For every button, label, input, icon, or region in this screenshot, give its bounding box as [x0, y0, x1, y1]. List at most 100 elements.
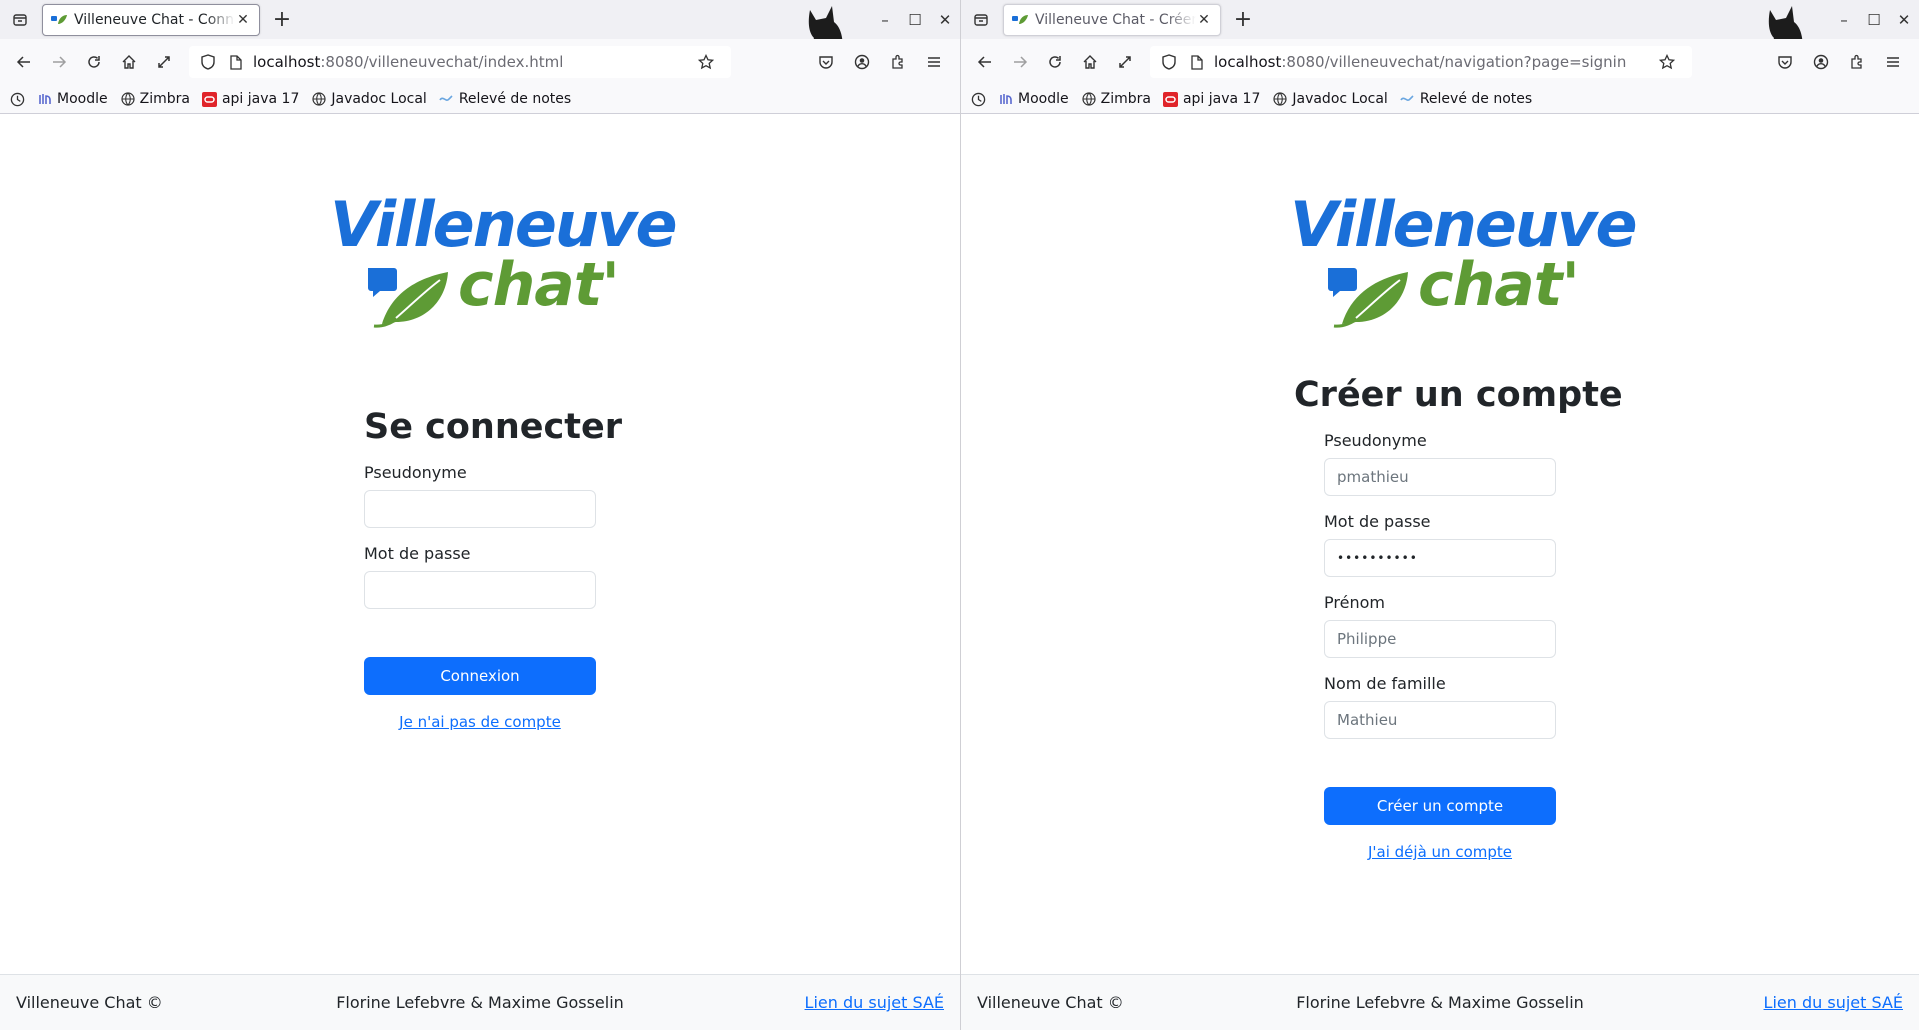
villeneuve-favicon-icon	[1012, 12, 1028, 28]
new-tab-icon[interactable]: +	[268, 6, 296, 34]
url-text: localhost:8080/villeneuvechat/navigation…	[1214, 53, 1627, 71]
page-signin: Villeneuve chat' Créer un compte Pseudon…	[961, 115, 1919, 1030]
account-icon[interactable]	[846, 46, 878, 78]
maximize-icon[interactable]: ☐	[1859, 11, 1889, 29]
pseudonyme-label: Pseudonyme	[1324, 431, 1427, 450]
password-input[interactable]: ••••••••••	[1324, 539, 1556, 577]
bookmarks-bar: Moodle Zimbra api java 17 Javadoc Local …	[961, 85, 1919, 114]
window-controls: – ☐ ✕	[1829, 0, 1919, 39]
bookmark-zimbra[interactable]: Zimbra	[120, 91, 190, 107]
oracle-icon	[1163, 91, 1179, 107]
chat-leaf-icon	[1328, 268, 1408, 328]
fullscreen-icon[interactable]	[148, 46, 180, 78]
pseudonyme-input[interactable]	[364, 490, 596, 528]
bookmark-star-icon[interactable]	[695, 51, 717, 73]
create-account-button[interactable]: Créer un compte	[1324, 787, 1556, 825]
back-icon[interactable]	[8, 46, 40, 78]
globe-icon	[311, 91, 327, 107]
page-icon	[225, 51, 247, 73]
toolbar-right	[1767, 46, 1911, 78]
bookmark-star-icon[interactable]	[1656, 51, 1678, 73]
password-input[interactable]	[364, 571, 596, 609]
url-bar[interactable]: localhost:8080/villeneuvechat/navigation…	[1150, 46, 1692, 78]
history-icon[interactable]	[971, 92, 986, 107]
tab-creer-compte[interactable]: Villeneuve Chat - Créer un compte ✕	[1003, 3, 1221, 36]
bookmark-moodle[interactable]: Moodle	[37, 91, 108, 107]
chat-leaf-icon	[368, 268, 448, 328]
extensions-icon[interactable]	[882, 46, 914, 78]
bookmark-javadoc[interactable]: Javadoc Local	[1272, 91, 1388, 107]
account-icon[interactable]	[1805, 46, 1837, 78]
back-icon[interactable]	[969, 46, 1001, 78]
globe-icon	[120, 91, 136, 107]
tab-title: Villeneuve Chat - Créer un compte	[1035, 11, 1196, 28]
minimize-icon[interactable]: –	[1829, 11, 1859, 29]
close-tab-icon[interactable]: ✕	[235, 12, 251, 28]
page-icon	[1186, 51, 1208, 73]
login-form: Se connecter Pseudonyme Mot de passe Con…	[364, 407, 622, 731]
reload-icon[interactable]	[78, 46, 110, 78]
no-account-link[interactable]: Je n'ai pas de compte	[364, 713, 596, 731]
villeneuve-chat-logo: Villeneuve chat'	[330, 188, 677, 338]
have-account-link[interactable]: J'ai déjà un compte	[1324, 843, 1556, 861]
shield-icon[interactable]	[197, 51, 219, 73]
screen: Villeneuve Chat - Connexion ✕ + – ☐ ✕	[0, 0, 1919, 1030]
fullscreen-icon[interactable]	[1109, 46, 1141, 78]
tab-connexion[interactable]: Villeneuve Chat - Connexion ✕	[42, 3, 260, 36]
villeneuve-favicon-icon	[51, 12, 67, 28]
shield-icon[interactable]	[1158, 51, 1180, 73]
new-tab-icon[interactable]: +	[1229, 6, 1257, 34]
menu-icon[interactable]	[918, 46, 950, 78]
logo-line-2: chat'	[1418, 250, 1580, 320]
bookmark-javadoc[interactable]: Javadoc Local	[311, 91, 427, 107]
maximize-icon[interactable]: ☐	[900, 11, 930, 29]
moodle-icon	[37, 91, 53, 107]
connexion-button[interactable]: Connexion	[364, 657, 596, 695]
pseudonyme-label: Pseudonyme	[364, 463, 467, 482]
nom-famille-input[interactable]: Mathieu	[1324, 701, 1556, 739]
url-bar[interactable]: localhost:8080/villeneuvechat/index.html	[189, 46, 731, 78]
close-window-icon[interactable]: ✕	[1889, 11, 1919, 29]
toolbar-right	[808, 46, 952, 78]
close-window-icon[interactable]: ✕	[930, 11, 960, 29]
bookmark-api-java[interactable]: api java 17	[202, 91, 299, 107]
footer-brand: Villeneuve Chat ©	[16, 993, 163, 1012]
bookmark-releve[interactable]: Relevé de notes	[439, 91, 571, 107]
close-tab-icon[interactable]: ✕	[1196, 12, 1212, 28]
prenom-input[interactable]: Philippe	[1324, 620, 1556, 658]
oracle-icon	[202, 91, 218, 107]
logo-line-2: chat'	[458, 250, 620, 320]
reload-icon[interactable]	[1039, 46, 1071, 78]
forward-icon[interactable]	[1004, 46, 1036, 78]
tab-list-icon[interactable]	[969, 8, 993, 32]
minimize-icon[interactable]: –	[870, 11, 900, 29]
bookmarks-bar: Moodle Zimbra api java 17 Javadoc Local …	[0, 85, 960, 114]
bookmark-api-java[interactable]: api java 17	[1163, 91, 1260, 107]
pocket-icon[interactable]	[810, 46, 842, 78]
password-label: Mot de passe	[1324, 512, 1431, 531]
menu-icon[interactable]	[1877, 46, 1909, 78]
tab-list-icon[interactable]	[8, 8, 32, 32]
subject-link[interactable]: Lien du sujet SAÉ	[1764, 993, 1903, 1012]
bookmark-zimbra[interactable]: Zimbra	[1081, 91, 1151, 107]
link-icon	[439, 91, 455, 107]
footer-authors: Florine Lefebvre & Maxime Gosselin	[336, 993, 624, 1012]
footer: Villeneuve Chat © Florine Lefebvre & Max…	[961, 974, 1919, 1030]
footer-brand: Villeneuve Chat ©	[977, 993, 1124, 1012]
bookmark-moodle[interactable]: Moodle	[998, 91, 1069, 107]
footer: Villeneuve Chat © Florine Lefebvre & Max…	[0, 974, 960, 1030]
password-label: Mot de passe	[364, 544, 471, 563]
forward-icon[interactable]	[43, 46, 75, 78]
link-icon	[1400, 91, 1416, 107]
home-icon[interactable]	[1074, 46, 1106, 78]
extensions-icon[interactable]	[1841, 46, 1873, 78]
home-icon[interactable]	[113, 46, 145, 78]
subject-link[interactable]: Lien du sujet SAÉ	[805, 993, 944, 1012]
bookmark-releve[interactable]: Relevé de notes	[1400, 91, 1532, 107]
history-icon[interactable]	[10, 92, 25, 107]
window-controls: – ☐ ✕	[870, 0, 960, 39]
page-connexion: Villeneuve chat' Se connecter Pseudonyme…	[0, 115, 960, 1030]
browser-window-left: Villeneuve Chat - Connexion ✕ + – ☐ ✕	[0, 0, 960, 1030]
pseudonyme-input[interactable]: pmathieu	[1324, 458, 1556, 496]
pocket-icon[interactable]	[1769, 46, 1801, 78]
